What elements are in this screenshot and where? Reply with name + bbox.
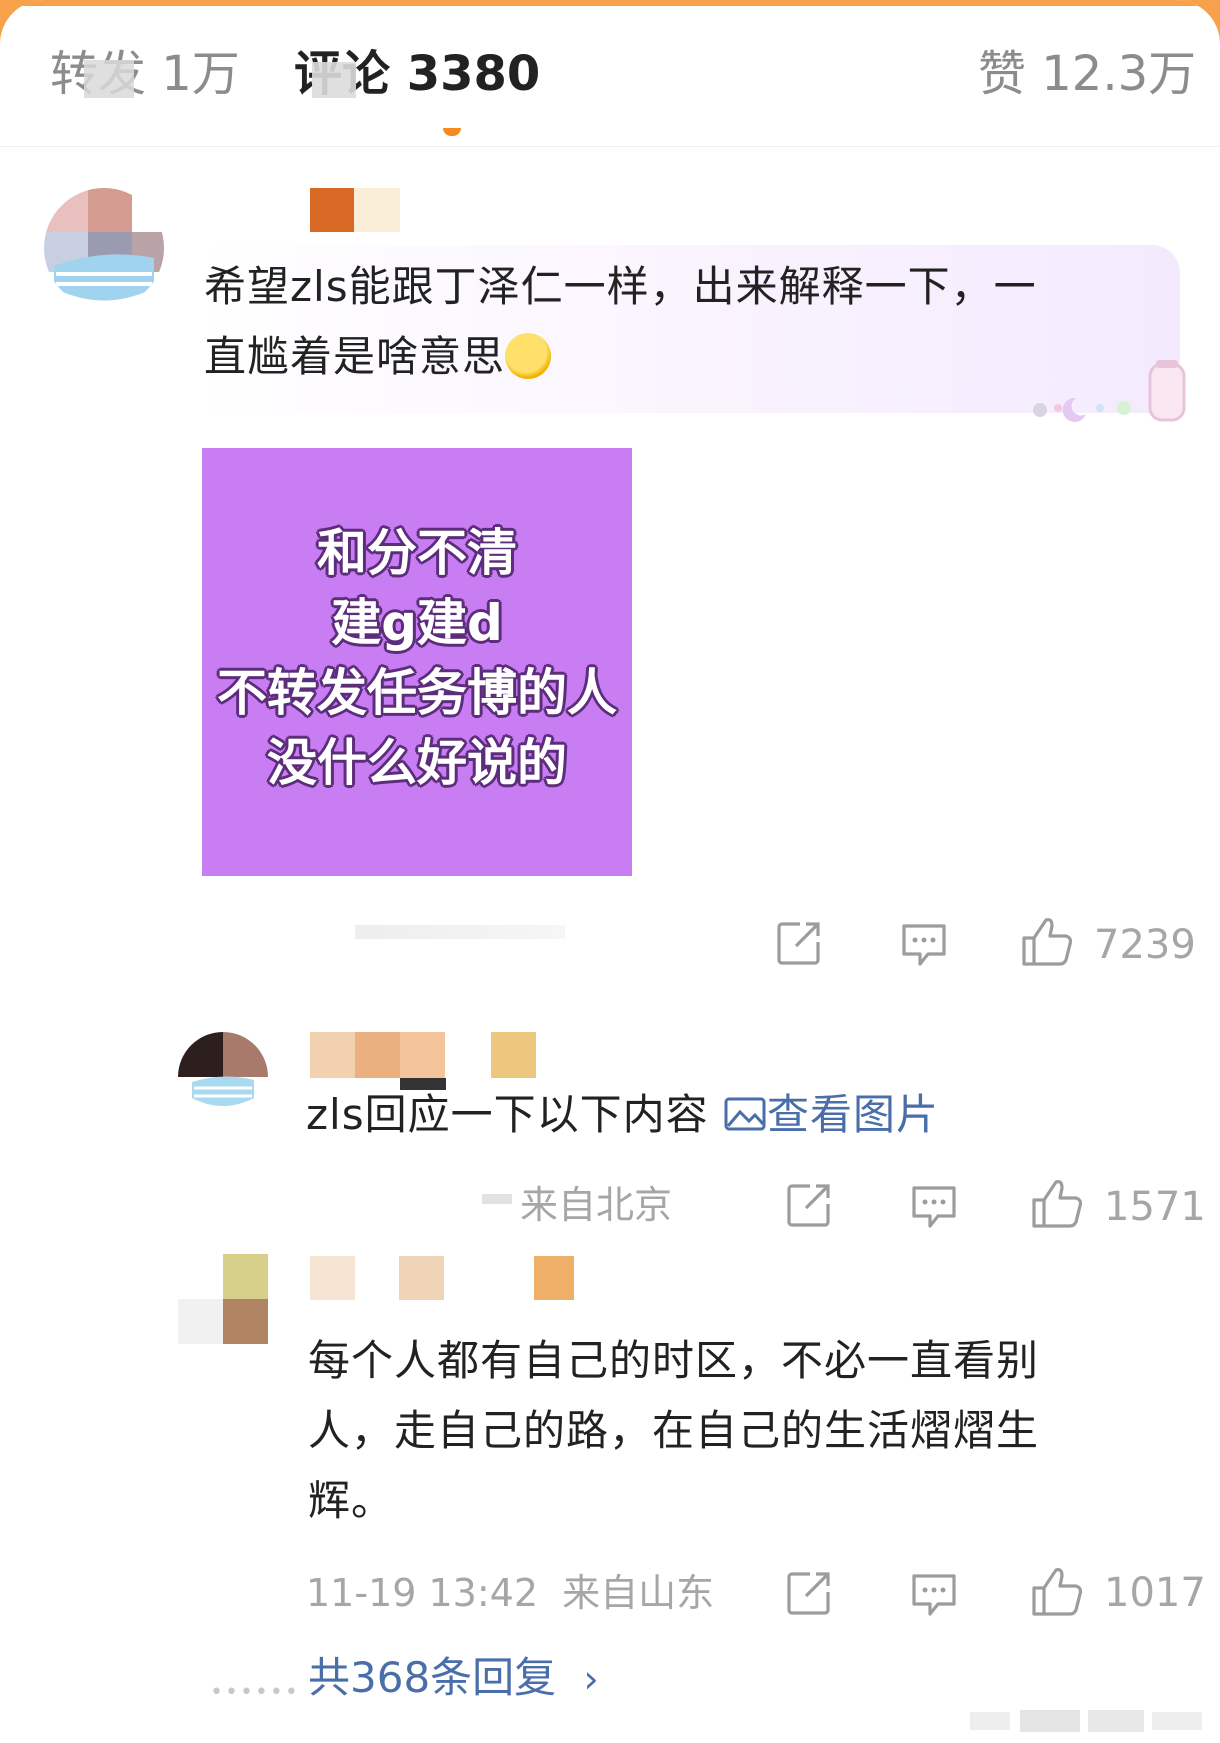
comment-icon[interactable] [900, 920, 948, 968]
like-count: 7239 [1094, 922, 1196, 968]
censor-mosaic [312, 62, 356, 98]
comment-text-line: 希望zls能跟丁泽仁一样，出来解释一下，一 [204, 262, 1037, 311]
tab-repost-label: 转发 1万 [50, 46, 240, 102]
image-icon [724, 1097, 766, 1130]
share-icon[interactable] [776, 920, 822, 966]
reply-meta: 11-19 13:42 来自山东 [306, 1568, 714, 1618]
avatar[interactable] [178, 1032, 268, 1122]
username-mosaic [310, 1256, 574, 1300]
avatar[interactable] [178, 1254, 268, 1344]
username-mosaic [310, 188, 400, 232]
reply-text-content: zls回应一下以下内容 [306, 1090, 709, 1139]
view-image-link[interactable]: 查看图片 [723, 1090, 939, 1139]
tab-likes[interactable]: 赞 12.3万 [978, 42, 1196, 106]
comment-text-line2: 直尴着是啥意思 [204, 332, 506, 381]
image-text-line: 没什么好说的 [267, 734, 567, 792]
comment-image-text: 和分不清 建g建d 不转发任务博的人 没什么好说的 [202, 518, 632, 798]
watermark [970, 1710, 1202, 1732]
meta-mosaic [482, 1194, 512, 1204]
reply-text-line: 每个人都有自己的时区，不必一直看别 [308, 1336, 1040, 1385]
chevron-right-icon: › [583, 1657, 599, 1701]
share-icon[interactable] [786, 1182, 832, 1228]
tab-bar: 转发 1万 评论 3380 赞 12.3万 [0, 0, 1220, 147]
more-replies-label: 共368条回复 [308, 1653, 557, 1702]
image-text-line: 和分不清 [317, 524, 517, 582]
thread-dots: •••••• [210, 1680, 300, 1705]
tab-likes-label: 赞 12.3万 [978, 46, 1197, 102]
like-count: 1571 [1104, 1184, 1206, 1230]
avatar[interactable] [44, 188, 164, 308]
like-icon[interactable] [1030, 1566, 1084, 1618]
like-icon[interactable] [1030, 1178, 1084, 1230]
username-mosaic [310, 1032, 536, 1078]
comment-image[interactable]: 和分不清 建g建d 不转发任务博的人 没什么好说的 [202, 448, 632, 876]
comments-sheet: 转发 1万 评论 3380 赞 12.3万 希望zls能跟丁泽仁一样，出来解释一… [0, 0, 1220, 1743]
view-image-label: 查看图片 [766, 1090, 939, 1139]
share-icon[interactable] [786, 1570, 832, 1616]
like-count: 1017 [1104, 1570, 1206, 1616]
comment-icon[interactable] [910, 1182, 958, 1230]
tab-repost[interactable]: 转发 1万 [50, 42, 240, 106]
crying-face-emoji-icon [505, 332, 552, 379]
reply-text-line: 辉。 [308, 1476, 395, 1525]
reply-text: 每个人都有自己的时区，不必一直看别 人，走自己的路，在自己的生活熠熠生 辉。 [308, 1326, 1168, 1536]
bubble-decoration-icon [1033, 360, 1186, 422]
reply-text-line: 人，走自己的路，在自己的生活熠熠生 [308, 1406, 1040, 1455]
image-text-line: 不转发任务博的人 [217, 664, 617, 722]
meta-mosaic [355, 925, 565, 939]
like-icon[interactable] [1020, 916, 1074, 968]
reply-time: 11-19 13:42 [306, 1571, 539, 1615]
active-tab-indicator [443, 128, 461, 136]
reply-location: 来自山东 [562, 1571, 715, 1615]
image-text-line: 建g建d [331, 594, 503, 652]
reply-text: zls回应一下以下内容 查看图片 [306, 1080, 939, 1150]
censor-mosaic [84, 60, 134, 98]
more-replies-link[interactable]: 共368条回复 › [308, 1650, 599, 1707]
comment-icon[interactable] [910, 1570, 958, 1618]
reply-location: 来自北京 [520, 1183, 673, 1227]
